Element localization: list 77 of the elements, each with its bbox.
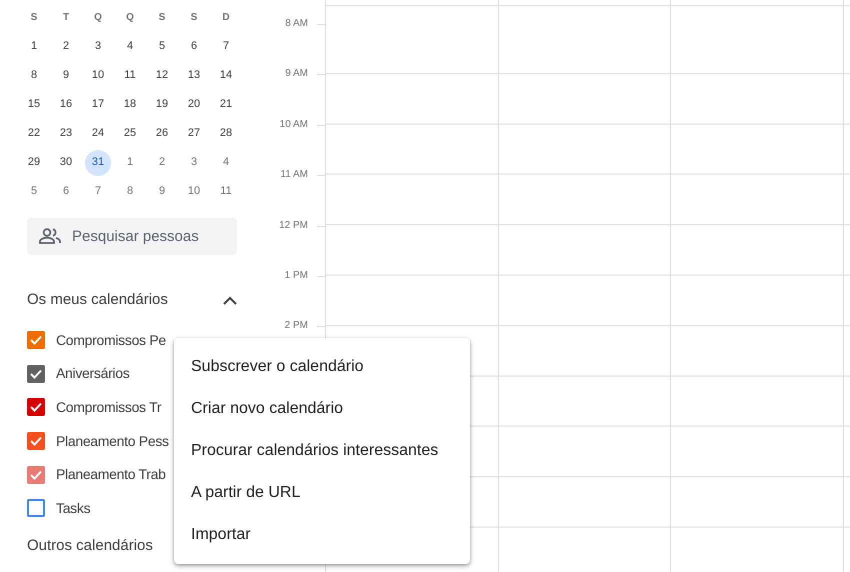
hour-label: 10 AM — [280, 118, 309, 131]
day-cell[interactable]: 30 — [53, 150, 79, 176]
calendar-label: Tasks — [56, 498, 90, 518]
calendar-label: Aniversários — [56, 364, 130, 384]
section-title: Outros calendários — [27, 536, 153, 556]
day-cell[interactable]: 3 — [85, 34, 111, 60]
day-cell[interactable]: 11 — [213, 178, 239, 204]
day-cell[interactable]: 8 — [117, 178, 143, 204]
day-cell[interactable]: 28 — [213, 120, 239, 146]
hour-label: 12 PM — [279, 220, 309, 232]
day-cell[interactable]: 31 — [85, 150, 111, 176]
day-cell[interactable]: 11 — [117, 62, 143, 88]
day-cell[interactable]: 6 — [53, 178, 79, 204]
day-cell[interactable]: 8 — [21, 62, 47, 88]
day-cell[interactable]: 23 — [53, 120, 79, 146]
hour-label: 9 AM — [285, 68, 309, 80]
day-cell[interactable]: 14 — [213, 62, 239, 88]
checkbox[interactable] — [27, 466, 45, 484]
day-cell[interactable]: 7 — [85, 178, 111, 204]
day-cell[interactable]: 21 — [213, 92, 239, 118]
calendar-label: Compromissos Tr — [56, 398, 162, 417]
day-cell[interactable]: 5 — [21, 178, 47, 204]
checkbox[interactable] — [27, 499, 45, 518]
section-title: Os meus calendários — [27, 290, 168, 310]
day-cell[interactable]: 24 — [85, 120, 111, 146]
day-cell[interactable]: 9 — [149, 178, 175, 204]
weekday-label: S — [158, 11, 166, 25]
weekday-label: S — [190, 11, 198, 25]
day-cell[interactable]: 16 — [53, 92, 79, 118]
weekday-label: D — [221, 11, 231, 25]
weekday-label: Q — [125, 11, 135, 25]
menu-item[interactable]: Subscrever o calendário — [174, 346, 470, 388]
menu-item[interactable]: Importar — [174, 514, 470, 556]
weekday-label: Q — [93, 11, 103, 25]
menu-item[interactable]: Procurar calendários interessantes — [174, 430, 470, 472]
checkbox[interactable] — [27, 331, 45, 350]
day-cell[interactable]: 25 — [117, 120, 143, 146]
day-cell[interactable]: 29 — [21, 150, 47, 176]
day-cell[interactable]: 6 — [181, 34, 207, 60]
day-cell[interactable]: 13 — [181, 62, 207, 88]
day-cell[interactable]: 17 — [85, 92, 111, 118]
day-cell[interactable]: 10 — [181, 178, 207, 204]
day-cell[interactable]: 15 — [21, 92, 47, 118]
menu-item[interactable]: A partir de URL — [174, 472, 470, 514]
day-cell[interactable]: 19 — [149, 92, 175, 118]
day-cell[interactable]: 2 — [53, 34, 79, 60]
day-cell[interactable]: 22 — [21, 120, 47, 146]
day-cell[interactable]: 5 — [149, 34, 175, 60]
hour-label: 8 AM — [285, 18, 309, 30]
day-cell[interactable]: 9 — [53, 62, 79, 88]
chevron-icon[interactable] — [223, 296, 237, 305]
day-cell[interactable]: 27 — [181, 120, 207, 146]
day-cell[interactable]: 4 — [117, 34, 143, 60]
day-cell[interactable]: 18 — [117, 92, 143, 118]
hour-label: 2 PM — [284, 320, 309, 332]
checkbox[interactable] — [27, 432, 45, 450]
day-cell[interactable]: 10 — [85, 62, 111, 88]
search-field[interactable]: Pesquisar pessoas — [27, 218, 237, 255]
day-cell[interactable]: 20 — [181, 92, 207, 118]
calendar-label: Compromissos Pe — [56, 330, 166, 350]
day-cell[interactable]: 4 — [213, 150, 239, 176]
day-cell[interactable]: 3 — [181, 150, 207, 176]
day-cell[interactable]: 12 — [149, 62, 175, 88]
calendar-label: Planeamento Pess — [56, 432, 169, 451]
weekday-label: S — [30, 11, 38, 25]
calendar-label: Planeamento Trab — [56, 465, 166, 484]
day-cell[interactable]: 1 — [117, 150, 143, 176]
weekday-label: T — [62, 11, 70, 25]
day-cell[interactable]: 2 — [149, 150, 175, 176]
day-cell[interactable]: 26 — [149, 120, 175, 146]
day-cell[interactable]: 7 — [213, 34, 239, 60]
checkbox[interactable] — [27, 364, 45, 383]
menu-item[interactable]: Criar novo calendário — [174, 388, 470, 430]
checkbox[interactable] — [27, 398, 45, 416]
hour-label: 1 PM — [284, 270, 309, 282]
day-cell[interactable]: 1 — [21, 34, 47, 60]
hour-label: 11 AM — [280, 169, 309, 182]
